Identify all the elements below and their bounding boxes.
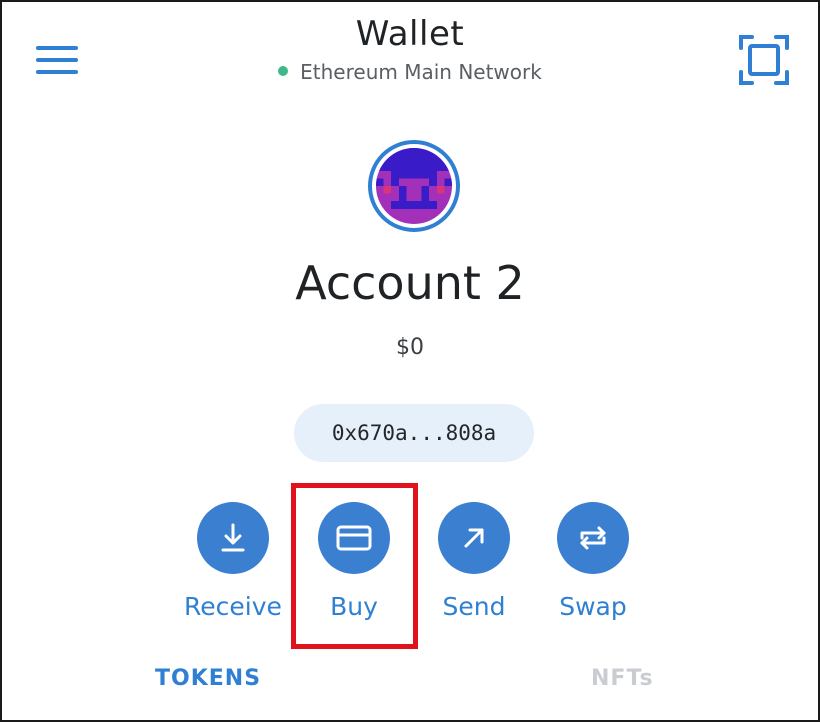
send-label: Send bbox=[442, 592, 506, 621]
tab-nfts[interactable]: NFTs bbox=[591, 666, 654, 691]
account-balance: $0 bbox=[396, 335, 424, 360]
network-name: Ethereum Main Network bbox=[300, 60, 542, 84]
download-arrow-icon bbox=[221, 523, 245, 552]
swap-arrows-icon bbox=[580, 526, 606, 550]
receive-circle bbox=[197, 502, 269, 574]
qr-scan-icon[interactable] bbox=[738, 34, 790, 86]
swap-label: Swap bbox=[559, 592, 627, 621]
avatar-identicon bbox=[376, 148, 452, 224]
receive-label: Receive bbox=[184, 592, 282, 621]
tab-tokens[interactable]: TOKENS bbox=[155, 666, 261, 691]
page-title: Wallet bbox=[355, 14, 465, 54]
receive-button[interactable]: Receive bbox=[173, 502, 293, 621]
account-address-button[interactable]: 0x670a...808a bbox=[294, 404, 534, 462]
buy-label: Buy bbox=[330, 592, 378, 621]
network-status-dot bbox=[278, 66, 289, 76]
arrow-up-right-icon bbox=[464, 528, 484, 548]
buy-circle bbox=[318, 502, 390, 574]
buy-button[interactable]: Buy bbox=[294, 502, 414, 621]
swap-circle bbox=[557, 502, 629, 574]
swap-button[interactable]: Swap bbox=[533, 502, 653, 621]
send-circle bbox=[438, 502, 510, 574]
account-avatar[interactable] bbox=[368, 140, 460, 232]
credit-card-icon bbox=[336, 525, 372, 551]
send-button[interactable]: Send bbox=[414, 502, 534, 621]
account-name: Account 2 bbox=[295, 256, 525, 310]
account-address: 0x670a...808a bbox=[331, 421, 497, 445]
network-selector[interactable]: Ethereum Main Network bbox=[0, 60, 820, 84]
